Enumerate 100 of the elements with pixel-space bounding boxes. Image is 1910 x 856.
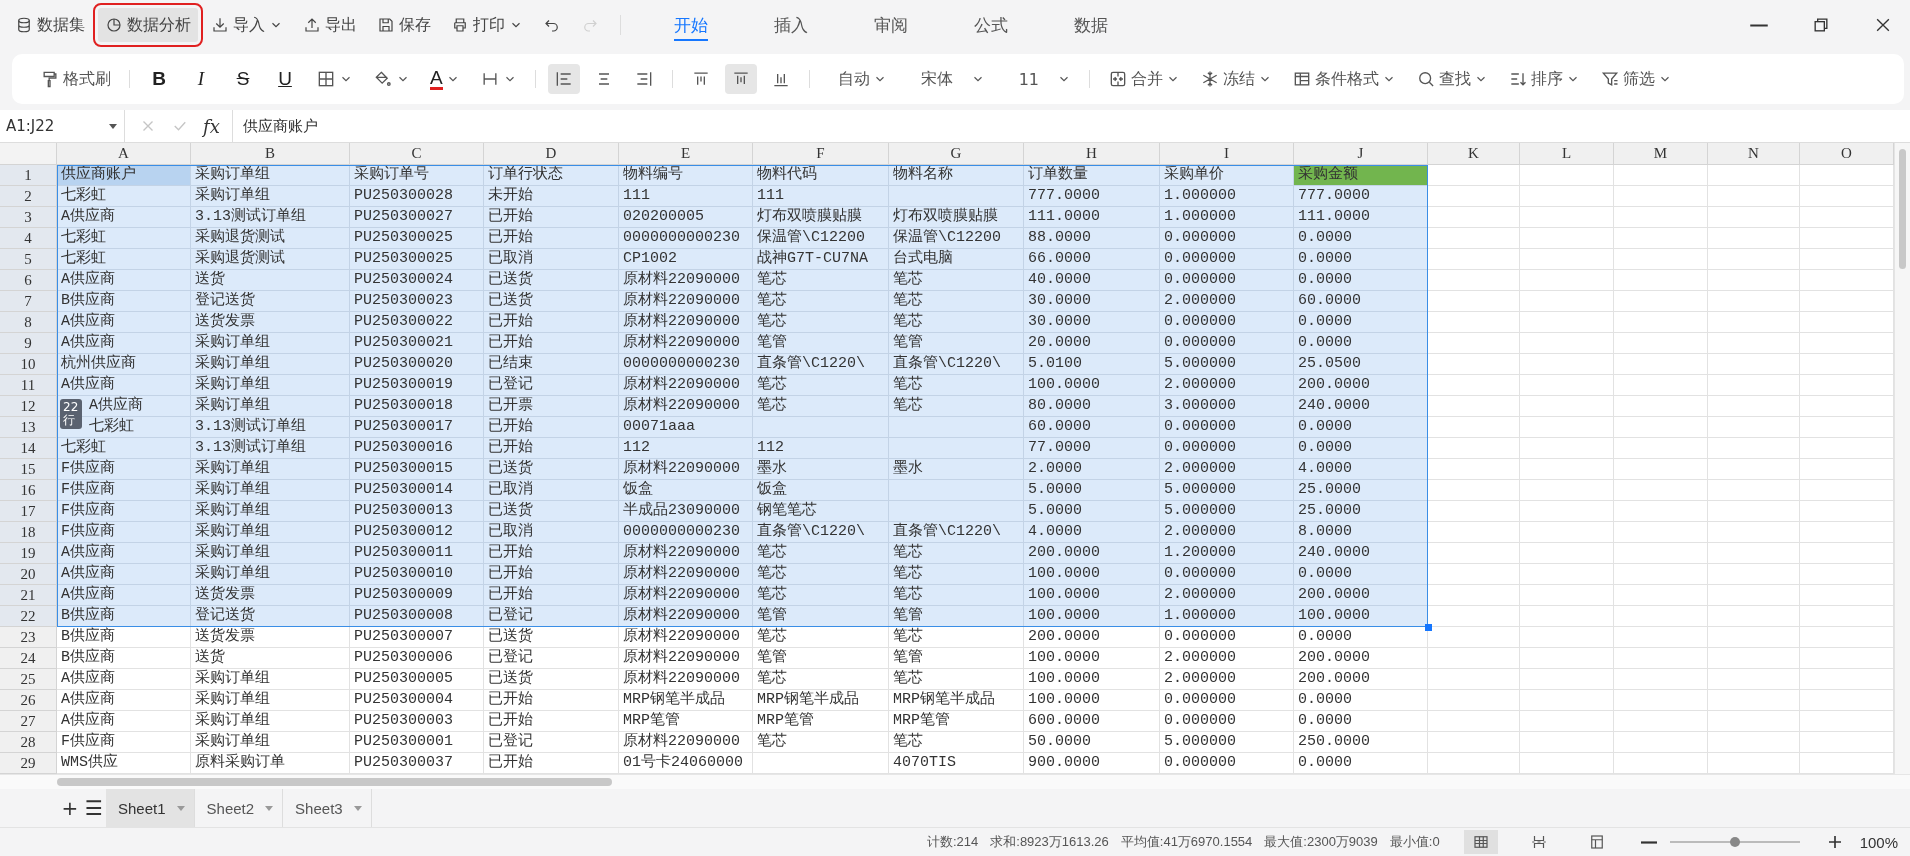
table-cell[interactable]: 原材料22090000 <box>619 669 753 690</box>
table-cell[interactable]: 原材料22090000 <box>619 396 753 417</box>
table-cell[interactable]: F供应商 <box>57 522 191 543</box>
table-cell[interactable]: 3.13测试订单组 <box>191 438 350 459</box>
table-cell[interactable]: F供应商 <box>57 480 191 501</box>
sheet-tab[interactable]: Sheet2 <box>194 789 284 827</box>
table-cell[interactable]: 100.0000 <box>1024 690 1160 711</box>
table-cell[interactable]: 直条管\C1220\ <box>753 522 889 543</box>
table-cell[interactable]: 3.000000 <box>1160 396 1294 417</box>
table-cell[interactable]: 25.0500 <box>1294 354 1428 375</box>
table-cell[interactable]: 0.0000 <box>1294 249 1428 270</box>
table-cell[interactable] <box>1520 354 1614 375</box>
column-header[interactable]: O <box>1800 143 1894 165</box>
table-cell[interactable]: 5.0100 <box>1024 354 1160 375</box>
table-cell[interactable]: 物料编号 <box>619 165 753 186</box>
table-cell[interactable] <box>1428 165 1520 186</box>
table-cell[interactable]: MRP钢笔半成品 <box>619 690 753 711</box>
table-cell[interactable]: 111.0000 <box>1294 207 1428 228</box>
table-cell[interactable]: 原材料22090000 <box>619 648 753 669</box>
table-cell[interactable]: 物料名称 <box>889 165 1024 186</box>
table-cell[interactable]: 采购单价 <box>1160 165 1294 186</box>
table-cell[interactable]: 00071aaa <box>619 417 753 438</box>
table-cell[interactable]: PU250300015 <box>350 459 484 480</box>
row-header[interactable]: 18 <box>0 522 57 543</box>
table-cell[interactable]: 送货发票 <box>191 312 350 333</box>
table-cell[interactable]: 采购订单号 <box>350 165 484 186</box>
align-left-button[interactable] <box>547 64 580 94</box>
row-header[interactable]: 27 <box>0 711 57 732</box>
table-cell[interactable]: 笔芯 <box>753 627 889 648</box>
table-cell[interactable] <box>889 186 1024 207</box>
table-cell[interactable]: 采购订单组 <box>191 669 350 690</box>
table-cell[interactable]: B供应商 <box>57 627 191 648</box>
table-cell[interactable]: 0.000000 <box>1160 417 1294 438</box>
sheet-list-button[interactable]: ☰ <box>82 789 106 827</box>
toolbar-button[interactable]: 数据集 <box>8 8 92 42</box>
table-cell[interactable]: 物料代码 <box>753 165 889 186</box>
table-cell[interactable]: PU250300012 <box>350 522 484 543</box>
row-header[interactable]: 24 <box>0 648 57 669</box>
table-cell[interactable]: 0.0000 <box>1294 417 1428 438</box>
table-cell[interactable]: 2.000000 <box>1160 585 1294 606</box>
table-cell[interactable]: 采购退货测试 <box>191 249 350 270</box>
table-cell[interactable] <box>1520 165 1614 186</box>
table-cell[interactable]: 2.0000 <box>1024 459 1160 480</box>
row-header[interactable]: 25 <box>0 669 57 690</box>
table-cell[interactable]: 2.000000 <box>1160 459 1294 480</box>
table-cell[interactable]: 采购订单组 <box>191 543 350 564</box>
vertical-scrollbar[interactable] <box>1894 143 1910 774</box>
table-cell[interactable]: 原材料22090000 <box>619 606 753 627</box>
table-cell[interactable]: PU250300019 <box>350 375 484 396</box>
column-header[interactable]: J <box>1294 143 1428 165</box>
table-cell[interactable] <box>1614 669 1708 690</box>
table-cell[interactable]: 保温管\C12200 <box>753 228 889 249</box>
ribbon-tab[interactable]: 插入 <box>741 0 841 50</box>
table-cell[interactable]: 240.0000 <box>1294 396 1428 417</box>
table-cell[interactable]: 原材料22090000 <box>619 375 753 396</box>
table-cell[interactable]: 采购订单组 <box>191 501 350 522</box>
table-cell[interactable]: 66.0000 <box>1024 249 1160 270</box>
table-cell[interactable]: 原材料22090000 <box>619 333 753 354</box>
table-cell[interactable]: A供应商 <box>57 711 191 732</box>
table-cell[interactable]: 笔芯 <box>753 543 889 564</box>
table-cell[interactable]: 已开始 <box>484 711 619 732</box>
table-cell[interactable]: 已登记 <box>484 375 619 396</box>
table-cell[interactable] <box>1614 543 1708 564</box>
table-cell[interactable]: 50.0000 <box>1024 732 1160 753</box>
toolbar-button[interactable]: 条件格式 <box>1286 64 1403 94</box>
table-cell[interactable] <box>753 417 889 438</box>
table-cell[interactable] <box>1614 354 1708 375</box>
table-cell[interactable]: A供应商 <box>57 333 191 354</box>
table-cell[interactable]: 采购订单组 <box>191 522 350 543</box>
table-cell[interactable]: 4.0000 <box>1024 522 1160 543</box>
table-cell[interactable] <box>1520 249 1614 270</box>
table-cell[interactable]: MRP钢笔半成品 <box>889 690 1024 711</box>
table-cell[interactable]: 笔芯 <box>753 312 889 333</box>
table-cell[interactable] <box>1708 228 1800 249</box>
table-cell[interactable] <box>1708 207 1800 228</box>
table-cell[interactable]: 笔芯 <box>753 270 889 291</box>
table-cell[interactable]: 钢笔笔芯 <box>753 501 889 522</box>
table-cell[interactable]: 已送货 <box>484 291 619 312</box>
table-cell[interactable]: 0.0000 <box>1294 690 1428 711</box>
table-cell[interactable]: 0.000000 <box>1160 690 1294 711</box>
table-cell[interactable] <box>1520 690 1614 711</box>
table-cell[interactable]: 已送货 <box>484 501 619 522</box>
table-cell[interactable]: 0.000000 <box>1160 438 1294 459</box>
table-cell[interactable]: 0.0000 <box>1294 228 1428 249</box>
dropdown[interactable]: 自动 <box>831 64 893 94</box>
table-cell[interactable] <box>1614 291 1708 312</box>
table-cell[interactable] <box>1428 354 1520 375</box>
toolbar-button[interactable]: 打印 <box>444 8 530 42</box>
table-cell[interactable]: 88.0000 <box>1024 228 1160 249</box>
table-cell[interactable] <box>1428 438 1520 459</box>
table-cell[interactable] <box>889 501 1024 522</box>
table-cell[interactable] <box>1708 165 1800 186</box>
row-header[interactable]: 7 <box>0 291 57 312</box>
table-cell[interactable]: A供应商 <box>57 564 191 585</box>
column-header[interactable]: K <box>1428 143 1520 165</box>
ribbon-tab[interactable]: 开始 <box>641 0 741 50</box>
table-cell[interactable]: 111.0000 <box>1024 207 1160 228</box>
table-cell[interactable]: 2.000000 <box>1160 291 1294 312</box>
table-cell[interactable]: 采购退货测试 <box>191 228 350 249</box>
font-color-button[interactable]: A <box>424 64 466 94</box>
